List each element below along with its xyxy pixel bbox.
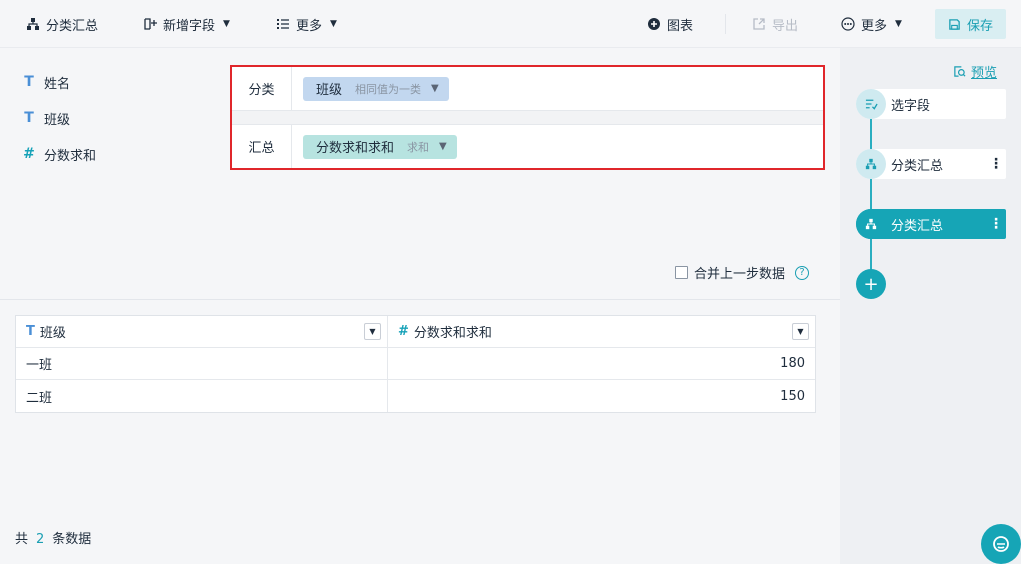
column-title: 班级 [39,326,66,341]
add-step-button[interactable]: + [856,269,886,299]
section-divider [0,299,840,300]
more-right-label: 更多 [861,18,888,34]
export-button[interactable]: 导出 [752,0,798,48]
column-header-score[interactable]: # 分数求和求和 ▼ [388,316,815,347]
column-title: 分数求和求和 [413,326,492,341]
result-table: T 班级 ▼ # 分数求和求和 ▼ 一班 180 二班 150 [15,315,816,413]
table-cell: 150 [780,388,805,404]
more-circle-icon [841,17,855,31]
more-vertical-icon[interactable]: ⋮ [986,156,1006,172]
hierarchy-icon [856,209,886,239]
chip-mode: 相同值为一类 [355,82,422,96]
step-label: 选字段 [891,98,931,114]
group-config-panel: 分类 班级 相同值为一类 ▼ 汇总 分数求和求和 求和 ▼ [230,65,825,170]
caret-down-icon[interactable]: ▼ [439,141,447,152]
text-type-icon: T [26,324,35,339]
toolbar-divider [725,14,726,34]
merge-checkbox[interactable] [675,266,688,279]
field-item-name[interactable]: T 姓名 [22,72,70,92]
number-type-icon: # [23,146,35,162]
caret-down-icon: ▼ [330,19,337,29]
more-vertical-icon[interactable]: ⋮ [986,216,1006,232]
save-icon [948,18,961,31]
text-type-icon: T [24,74,34,90]
text-type-icon: T [24,110,34,126]
field-label: 班级 [44,112,71,128]
caret-down-icon[interactable]: ▼ [431,83,439,94]
support-chat-icon[interactable] [981,524,1021,564]
hierarchy-icon [856,149,886,179]
field-label: 姓名 [44,76,71,92]
chart-label: 图表 [667,18,694,34]
count-value: 2 [36,532,45,547]
field-item-class[interactable]: T 班级 [22,108,70,128]
row-count: 共 2 条数据 [15,528,91,547]
summary-row: 汇总 分数求和求和 求和 ▼ [232,125,823,168]
column-header-class[interactable]: T 班级 ▼ [16,316,388,347]
summary-label: 汇总 [232,125,292,168]
select-fields-icon [856,89,886,119]
preview-link[interactable]: 预览 [953,62,997,81]
save-label: 保存 [966,18,993,34]
merge-label: 合并上一步数据 [694,267,786,282]
field-label: 分数求和 [44,148,97,164]
step-group-summary-active[interactable]: 分类汇总 ⋮ [856,209,1006,239]
toolbar: 分类汇总 新增字段 ▼ 更多 ▼ 图表 导出 更多 ▼ 保存 [0,0,1021,48]
step-label: 分类汇总 [891,158,944,174]
caret-down-icon: ▼ [895,19,902,29]
table-cell: 180 [780,356,805,371]
column-menu-icon[interactable]: ▼ [364,323,381,340]
field-item-score-sum[interactable]: # 分数求和 [22,144,96,164]
step-connector [870,103,872,283]
caret-down-icon: ▼ [223,19,230,29]
category-label: 分类 [232,67,292,110]
group-summary-button[interactable]: 分类汇总 [26,0,98,48]
category-row: 分类 班级 相同值为一类 ▼ [232,67,823,110]
add-field-label: 新增字段 [163,18,216,34]
count-suffix: 条数据 [52,532,92,547]
chip-field-name: 分数求和求和 [316,141,395,156]
export-icon [752,17,766,31]
merge-previous-option[interactable]: 合并上一步数据 ? [675,263,810,282]
preview-icon [953,65,966,78]
table-header: T 班级 ▼ # 分数求和求和 ▼ [16,316,815,348]
more-left-label: 更多 [296,18,323,34]
number-type-icon: # [398,324,409,339]
add-field-button[interactable]: 新增字段 ▼ [143,0,230,48]
more-right-button[interactable]: 更多 ▼ [841,0,902,48]
table-cell: 一班 [16,348,388,379]
row-divider [232,110,823,125]
count-prefix: 共 [15,532,29,547]
export-label: 导出 [772,18,799,34]
hierarchy-icon [26,17,40,31]
chip-field-name: 班级 [316,83,343,98]
chart-button[interactable]: 图表 [647,0,693,48]
step-label: 分类汇总 [891,218,944,234]
list-icon [276,17,290,31]
save-button[interactable]: 保存 [935,9,1006,39]
group-summary-label: 分类汇总 [46,18,99,34]
table-row: 一班 180 [16,348,815,380]
plus-circle-icon [647,17,661,31]
preview-label: 预览 [971,66,998,81]
help-icon[interactable]: ? [795,265,810,280]
step-select-fields[interactable]: 选字段 [856,89,1006,119]
step-group-summary[interactable]: 分类汇总 ⋮ [856,149,1006,179]
table-cell: 二班 [16,380,388,412]
summary-field-chip[interactable]: 分数求和求和 求和 ▼ [303,134,457,159]
step-panel [840,48,1021,564]
table-row: 二班 150 [16,380,815,412]
category-field-chip[interactable]: 班级 相同值为一类 ▼ [303,76,449,101]
more-left-button[interactable]: 更多 ▼ [276,0,337,48]
column-menu-icon[interactable]: ▼ [792,323,809,340]
add-column-icon [143,17,157,31]
chip-mode: 求和 [407,140,430,154]
